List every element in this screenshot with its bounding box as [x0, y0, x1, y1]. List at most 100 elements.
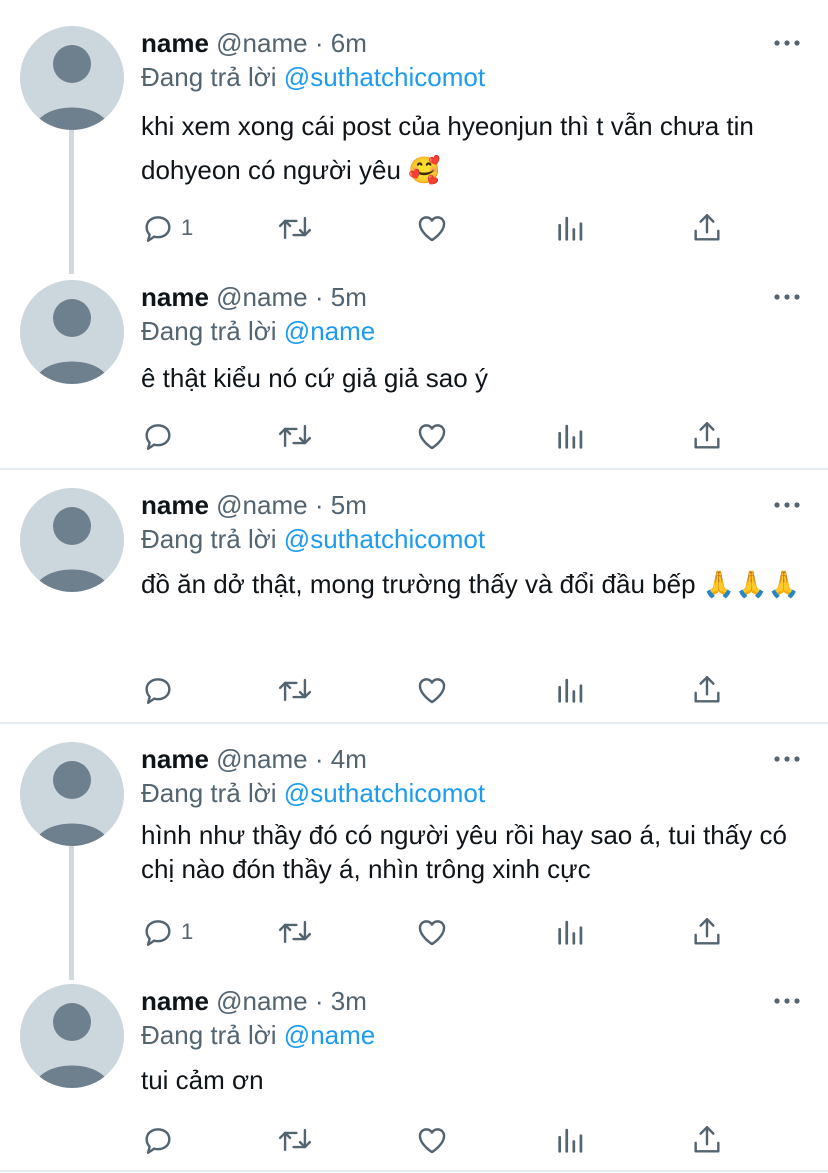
share-button[interactable]: [690, 208, 724, 248]
timestamp[interactable]: 3m: [331, 986, 367, 1016]
timestamp[interactable]: 5m: [331, 490, 367, 520]
share-icon: [694, 1126, 720, 1153]
replying-prefix: Đang trả lời: [141, 1020, 277, 1050]
user-handle[interactable]: @name: [216, 282, 307, 312]
avatar[interactable]: [20, 742, 124, 846]
tweet-text: hình như thầy đó có người yêu rồi hay sa…: [141, 820, 787, 884]
retweet-button[interactable]: [276, 1120, 314, 1160]
user-handle[interactable]: @name: [216, 744, 307, 774]
retweet-button[interactable]: [276, 416, 314, 456]
timestamp[interactable]: 6m: [331, 28, 367, 58]
reply-button[interactable]: [141, 416, 181, 456]
tweet-divider: [0, 722, 828, 724]
timestamp[interactable]: 5m: [331, 282, 367, 312]
more-options-icon[interactable]: [774, 986, 800, 1016]
analytics-icon: [558, 424, 583, 449]
retweet-icon: [278, 1128, 312, 1152]
tweet-text: đồ ăn dở thật, mong trường thấy và đổi đ…: [141, 569, 800, 599]
tweet-text: ê thật kiểu nó cứ giả giả sao ý: [141, 363, 488, 393]
avatar[interactable]: [20, 280, 124, 384]
separator-dot: ·: [314, 986, 324, 1016]
more-options-icon[interactable]: [774, 28, 800, 58]
reply-icon: [145, 424, 171, 450]
tweet-header: name @name · 3m: [141, 984, 367, 1018]
tweet-header: name @name · 5m: [141, 488, 367, 522]
avatar[interactable]: [20, 26, 124, 130]
mention-link[interactable]: @suthatchicomot: [284, 778, 485, 808]
like-button[interactable]: [415, 416, 449, 456]
user-handle[interactable]: @name: [216, 490, 307, 520]
retweet-icon: [278, 424, 312, 448]
display-name[interactable]: name: [141, 282, 209, 312]
like-button[interactable]: [415, 208, 449, 248]
tweet-divider: [0, 1170, 828, 1172]
tweet-text: khi xem xong cái post của hyeonjun thì t…: [141, 111, 754, 185]
share-button[interactable]: [690, 670, 724, 710]
reply-button[interactable]: 1: [141, 912, 193, 952]
reply-icon: [145, 678, 171, 704]
reply-button[interactable]: [141, 670, 181, 710]
views-button[interactable]: [554, 670, 588, 710]
more-options-icon[interactable]: [774, 744, 800, 774]
views-button[interactable]: [554, 912, 588, 952]
reply-count: 1: [181, 919, 194, 944]
tweet-text: tui cảm ơn: [141, 1065, 264, 1095]
heart-icon: [418, 216, 446, 242]
share-button[interactable]: [690, 1120, 724, 1160]
timestamp[interactable]: 4m: [331, 744, 367, 774]
replying-prefix: Đang trả lời: [141, 524, 277, 554]
avatar[interactable]: [20, 984, 124, 1088]
replying-to: Đang trả lời @suthatchicomot: [141, 60, 485, 94]
like-button[interactable]: [415, 1120, 449, 1160]
share-icon: [694, 918, 720, 945]
share-button[interactable]: [690, 912, 724, 952]
display-name[interactable]: name: [141, 28, 209, 58]
replying-prefix: Đang trả lời: [141, 62, 277, 92]
retweet-icon: [278, 678, 312, 702]
user-handle[interactable]: @name: [216, 986, 307, 1016]
share-icon: [694, 214, 720, 241]
display-name[interactable]: name: [141, 986, 209, 1016]
mention-link[interactable]: @suthatchicomot: [284, 62, 485, 92]
reply-button[interactable]: [141, 1120, 181, 1160]
analytics-icon: [558, 216, 583, 241]
mention-link[interactable]: @name: [284, 1020, 375, 1050]
analytics-icon: [558, 678, 583, 703]
heart-icon: [418, 424, 446, 450]
avatar[interactable]: [20, 488, 124, 592]
retweet-button[interactable]: [276, 670, 314, 710]
views-button[interactable]: [554, 208, 588, 248]
tweet-divider: [0, 468, 828, 470]
heart-icon: [418, 678, 446, 704]
tweet-header: name @name · 6m: [141, 26, 367, 60]
tweet-header: name @name · 4m: [141, 742, 367, 776]
reply-button[interactable]: 1: [141, 208, 193, 248]
views-button[interactable]: [554, 416, 588, 456]
display-name[interactable]: name: [141, 744, 209, 774]
like-button[interactable]: [415, 912, 449, 952]
replying-prefix: Đang trả lời: [141, 778, 277, 808]
retweet-button[interactable]: [276, 208, 314, 248]
tweet-actions: [0, 416, 828, 456]
mention-link[interactable]: @name: [284, 316, 375, 346]
like-button[interactable]: [415, 670, 449, 710]
separator-dot: ·: [314, 282, 324, 312]
display-name[interactable]: name: [141, 490, 209, 520]
retweet-button[interactable]: [276, 912, 314, 952]
heart-icon: [418, 1128, 446, 1154]
more-options-icon[interactable]: [774, 490, 800, 520]
views-button[interactable]: [554, 1120, 588, 1160]
more-options-icon[interactable]: [774, 282, 800, 312]
user-handle[interactable]: @name: [216, 28, 307, 58]
share-button[interactable]: [690, 416, 724, 456]
mention-link[interactable]: @suthatchicomot: [284, 524, 485, 554]
analytics-icon: [558, 920, 583, 945]
tweet-actions: [0, 1120, 828, 1160]
replying-to: Đang trả lời @name: [141, 1018, 375, 1052]
replying-prefix: Đang trả lời: [141, 316, 277, 346]
reply-icon: [145, 216, 171, 242]
replying-to: Đang trả lời @name: [141, 314, 375, 348]
analytics-icon: [558, 1128, 583, 1153]
tweet-actions: [0, 670, 828, 710]
share-icon: [694, 676, 720, 703]
